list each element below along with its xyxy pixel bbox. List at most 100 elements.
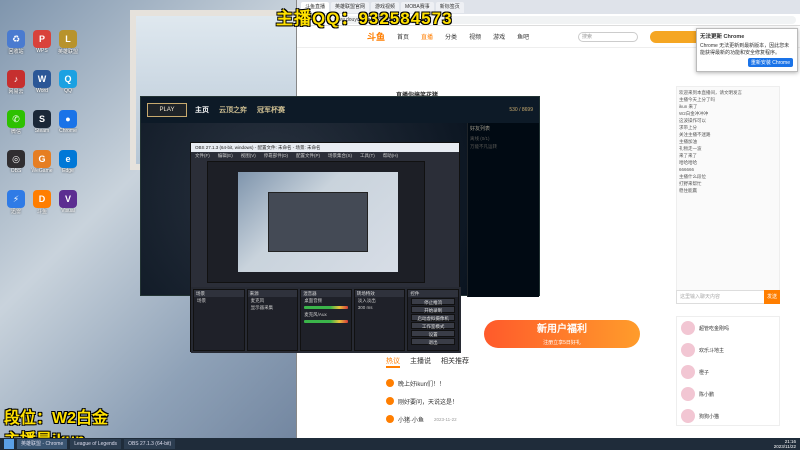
desktop-icon-label: 英雄联盟	[57, 49, 78, 55]
obs-control-button[interactable]: 退出	[411, 338, 455, 345]
site-nav-link[interactable]: 分类	[445, 32, 457, 41]
desktop-icon[interactable]: S Steam	[30, 110, 54, 134]
desktop-icon[interactable]: ● Chrome	[56, 110, 80, 134]
desktop-icon[interactable]: ⚡ 迅雷	[4, 190, 28, 215]
scene-item[interactable]: 场景	[194, 297, 244, 304]
content-tab[interactable]: 相关推荐	[441, 356, 469, 368]
mixer-title: 混音器	[301, 290, 351, 297]
desktop-icon[interactable]: Q QQ	[56, 70, 80, 94]
site-logo[interactable]: 斗鱼	[367, 30, 385, 43]
obs-title-bar: OBS 27.1.3 (64-bit, windows) - 配置文件: 未命名…	[191, 143, 459, 152]
desktop-icon[interactable]: D 斗鱼	[30, 190, 54, 215]
site-search-input[interactable]: 搜索	[578, 31, 638, 42]
fan-list-item[interactable]: 狗狗小猫	[677, 405, 779, 427]
app-icon: G	[33, 150, 51, 168]
obs-control-button[interactable]: 设置	[411, 330, 455, 337]
obs-menu-item[interactable]: 配置文件(P)	[296, 152, 320, 160]
content-tab[interactable]: 热议	[386, 356, 400, 368]
desktop-icon[interactable]: e Edge	[56, 150, 80, 174]
post-text: 晚上好ikun们！！	[398, 381, 446, 388]
fan-list-item[interactable]: 陈小鹏	[677, 383, 779, 405]
fan-list-item[interactable]: 橙子	[677, 361, 779, 383]
promo-subtitle: 注册立享5日好礼	[543, 340, 581, 346]
desktop-icon-label: 迅雷	[10, 209, 21, 215]
mixer-desktop-meter[interactable]	[304, 306, 348, 309]
site-nav-link[interactable]: 直播	[421, 32, 433, 41]
friend-entry[interactable]: 万能不凡运转	[470, 143, 537, 151]
chat-message: 主播什么段位	[679, 174, 706, 179]
obs-menu-item[interactable]: 视图(V)	[241, 152, 256, 160]
site-nav-link[interactable]: 视频	[469, 32, 481, 41]
desktop-icon[interactable]: ♻ 回收站	[4, 30, 28, 55]
desktop-icon[interactable]: L 英雄联盟	[56, 30, 80, 55]
site-nav-link[interactable]: 游戏	[493, 32, 505, 41]
content-tabbar: 热议 主播说 相关推荐	[386, 356, 469, 368]
transition-type-select[interactable]: 淡入淡出	[355, 297, 405, 304]
chat-message: 来了来了	[679, 153, 697, 158]
scenes-title: 场景	[194, 290, 244, 297]
desktop-icon-label: Chrome	[59, 128, 77, 134]
obs-menu-item[interactable]: 停靠部件(D)	[264, 152, 288, 160]
obs-menu-item[interactable]: 工具(T)	[360, 152, 375, 160]
transition-title: 转场特效	[354, 290, 405, 297]
app-icon: ✆	[7, 110, 25, 128]
taskbar-task[interactable]: OBS 27.1.3 (64-bit)	[124, 439, 176, 449]
post-item[interactable]: 晚上好ikun们！！	[386, 374, 666, 392]
controls-panel: 控件 停止推流 开始录制 启动虚拟摄像机 工作室模式 设置 退出	[407, 289, 459, 351]
site-nav-link[interactable]: 鱼吧	[517, 32, 529, 41]
desktop-icon[interactable]: ♪ 网易云	[4, 70, 28, 95]
obs-control-button[interactable]: 工作室模式	[411, 322, 455, 329]
app-icon: P	[33, 30, 51, 48]
launcher-nav-item[interactable]: 冠军杯赛	[257, 105, 285, 115]
fan-list-item[interactable]: 欢乐斗地主	[677, 339, 779, 361]
friends-group[interactable]: 离线 (0/1)	[470, 135, 537, 143]
obs-control-button[interactable]: 停止推流	[411, 298, 455, 305]
transition-duration[interactable]: 300 ms	[355, 304, 405, 311]
obs-window: OBS 27.1.3 (64-bit, windows) - 配置文件: 未命名…	[190, 142, 461, 353]
play-button[interactable]: PLAY	[147, 103, 187, 117]
obs-menu-item[interactable]: 编辑(E)	[218, 152, 233, 160]
reinstall-chrome-button[interactable]: 重新安装 Chrome	[747, 58, 793, 67]
content-tab[interactable]: 主播说	[410, 356, 431, 368]
source-item-display[interactable]: 显示器采集	[248, 304, 298, 311]
fan-name: 欢乐斗地主	[699, 347, 725, 354]
desktop-icon[interactable]: W Word	[30, 70, 54, 94]
obs-menu-item[interactable]: 文件(F)	[195, 152, 210, 160]
obs-menu-item[interactable]: 帮助(H)	[383, 152, 398, 160]
taskbar-clock[interactable]: 21:16 2023/11/22	[774, 439, 796, 449]
mixer-mic-meter[interactable]	[304, 320, 348, 323]
sources-title: 来源	[247, 290, 298, 297]
app-icon: ●	[59, 110, 77, 128]
desktop-icon-label: Visual	[61, 208, 75, 214]
obs-menu-item[interactable]: 场景集合(S)	[328, 152, 352, 160]
post-item[interactable]: 刚好要问，天说这是！	[386, 392, 666, 410]
obs-preview[interactable]	[207, 161, 425, 283]
desktop-icon[interactable]: P WPS	[30, 30, 54, 54]
fan-list-item[interactable]: 超管吃金刚吗	[677, 317, 779, 339]
app-icon: ♻	[7, 30, 25, 48]
avatar	[681, 409, 695, 423]
taskbar-task[interactable]: 英雄联盟 - Chrome	[17, 439, 68, 449]
desktop-icon[interactable]: ◎ OBS	[4, 150, 28, 174]
new-user-promo-banner[interactable]: 新用户福利 注册立享5日好礼	[484, 320, 640, 348]
app-icon: D	[33, 190, 51, 208]
launcher-nav-item[interactable]: 云顶之弈	[219, 105, 247, 115]
desktop-icon[interactable]: G WeGame	[30, 150, 54, 174]
desktop-icon[interactable]: ✆ 微信	[4, 110, 28, 135]
launcher-nav-item[interactable]: 主页	[195, 105, 209, 115]
send-button[interactable]: 发送	[764, 290, 780, 304]
app-icon: V	[59, 190, 77, 208]
friends-title: 好友列表	[470, 126, 491, 132]
source-item-mic[interactable]: 麦克风	[248, 297, 298, 304]
avatar	[681, 365, 695, 379]
clock-date: 2023/11/22	[773, 444, 796, 449]
promo-title: 新用户福利	[537, 324, 587, 335]
post-item[interactable]: 小猪·小鱼 2023-11-22	[386, 410, 666, 428]
site-nav-link[interactable]: 首页	[397, 32, 409, 41]
post-icon	[386, 415, 394, 423]
obs-control-button[interactable]: 开始录制	[411, 306, 455, 313]
obs-control-button[interactable]: 启动虚拟摄像机	[411, 314, 455, 321]
start-button-icon[interactable]	[4, 439, 14, 449]
desktop-icon[interactable]: V Visual	[56, 190, 80, 214]
taskbar-task[interactable]: League of Legends	[70, 439, 122, 449]
